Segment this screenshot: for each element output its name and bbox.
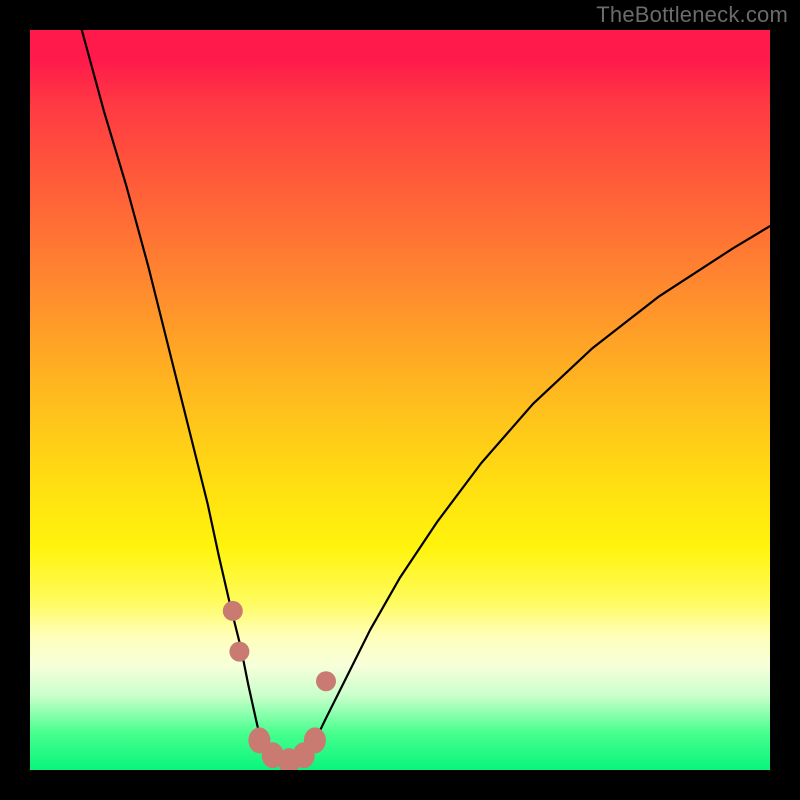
pt-left-upper: [223, 601, 243, 621]
pt-left-mid: [229, 642, 249, 662]
curve-left-branch: [82, 30, 262, 744]
chart-frame: TheBottleneck.com: [0, 0, 800, 800]
plot-area: [30, 30, 770, 770]
floor-blob-5: [304, 727, 326, 753]
pt-right-upper: [316, 671, 336, 691]
watermark-text: TheBottleneck.com: [596, 2, 788, 28]
marker-group: [223, 601, 336, 770]
curve-layer: [30, 30, 770, 770]
curve-right-branch: [313, 226, 770, 744]
